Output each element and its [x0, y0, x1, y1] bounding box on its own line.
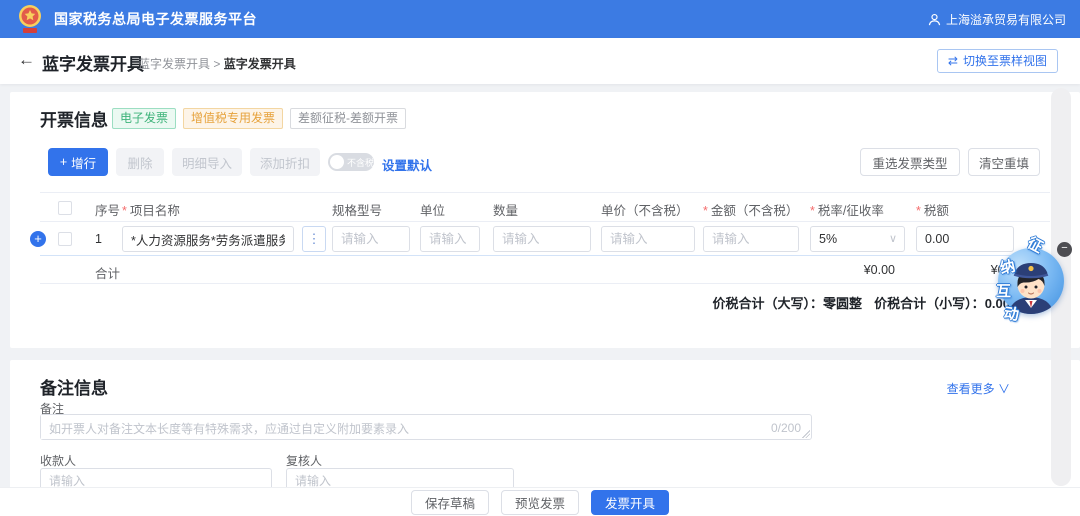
set-default-link[interactable]: 设置默认 [382, 155, 432, 174]
plus-icon: + [60, 155, 67, 169]
footer-bar: 保存草稿 预览发票 发票开具 [0, 487, 1080, 516]
save-draft-button[interactable]: 保存草稿 [411, 490, 489, 515]
spec-input[interactable] [332, 226, 410, 252]
tag-differential-tax: 差额征税-差额开票 [290, 108, 406, 129]
row-checkbox[interactable] [58, 232, 72, 246]
char-counter: 0/200 [771, 421, 801, 435]
switch-view-label: 切换至票样视图 [963, 50, 1047, 72]
account-area[interactable]: 上海溢承贸易有限公司 [928, 0, 1066, 38]
switch-view-button[interactable]: ⇄ 切换至票样视图 [937, 49, 1058, 73]
invoice-info-card: 开票信息 电子发票 增值税专用发票 差额征税-差额开票 + 增行 删除 明细导入… [10, 92, 1080, 348]
required-asterisk: * [916, 204, 921, 218]
table-row: + 1 ⋮ 5% ∨ [40, 222, 1050, 256]
unit-input[interactable] [420, 226, 480, 252]
swap-icon: ⇄ [948, 50, 958, 72]
back-icon[interactable]: ← [18, 50, 35, 70]
tag-vat-special-invoice: 增值税专用发票 [183, 108, 283, 129]
select-all-checkbox[interactable] [58, 201, 72, 215]
remarks-card: 备注信息 查看更多 ∨ 备注 0/200 收款人 复核人 [10, 360, 1080, 487]
quantity-input[interactable] [493, 226, 591, 252]
add-row-button[interactable]: + 增行 [48, 148, 108, 176]
required-asterisk: * [122, 204, 127, 218]
col-header-amount: *金额（不含税） [703, 200, 798, 219]
table-toolbar: + 增行 删除 明细导入 添加折扣 不含税 设置默认 重选发票类型 清空重填 [10, 148, 1080, 176]
delete-button[interactable]: 删除 [116, 148, 164, 176]
col-header-qty: 数量 [493, 200, 518, 219]
summary-row: 价税合计（大写）：零圆整 价税合计（小写）：0.00 [40, 284, 1050, 318]
issue-invoice-button[interactable]: 发票开具 [591, 490, 669, 515]
minus-icon: − [1061, 242, 1067, 254]
clear-refill-button[interactable]: 清空重填 [968, 148, 1040, 176]
app-header: 国家税务总局电子发票服务平台 上海溢承贸易有限公司 [0, 0, 1080, 38]
resize-handle[interactable] [802, 430, 810, 438]
collapse-button[interactable]: − [1057, 242, 1072, 257]
table-header: 序号 *项目名称 规格型号 单位 数量 单价（不含税） *金额（不含税） *税率… [40, 192, 1050, 222]
page-header: ← 蓝字发票开具 蓝字发票开具 > 蓝字发票开具 ⇄ 切换至票样视图 [0, 38, 1080, 84]
chevron-down-icon: ∨ [889, 232, 897, 245]
preview-invoice-button[interactable]: 预览发票 [501, 490, 579, 515]
row-index: 1 [95, 232, 102, 246]
mascot-char: 动 [1003, 302, 1021, 325]
page-title: 蓝字发票开具 [42, 50, 144, 75]
totals-row: 合计 ¥0.00 ¥0.00 [40, 256, 1050, 284]
col-header-index: 序号 [95, 200, 120, 219]
chevron-down-icon: ∨ [998, 382, 1010, 396]
col-header-rate: *税率/征收率 [810, 200, 884, 219]
summary-amount-in-words: 价税合计（大写）：零圆整 [712, 293, 862, 312]
reselect-invoice-type-button[interactable]: 重选发票类型 [860, 148, 960, 176]
dots-icon: ⋮ [308, 231, 321, 246]
tax-rate-select[interactable]: 5% ∨ [810, 226, 905, 252]
toggle-label: 不含税 [347, 156, 374, 169]
col-header-tax: *税额 [916, 200, 949, 219]
section-title-invoice: 开票信息 [40, 106, 108, 131]
totals-label: 合计 [95, 263, 120, 282]
project-name-input[interactable] [122, 226, 294, 252]
payee-label: 收款人 [40, 452, 76, 469]
section-title-remarks: 备注信息 [40, 374, 108, 399]
company-name: 上海溢承贸易有限公司 [946, 11, 1066, 28]
tax-bureau-logo-icon [15, 3, 45, 35]
payee-input[interactable] [40, 468, 272, 487]
more-options-button[interactable]: ⋮ [302, 226, 326, 252]
app-title: 国家税务总局电子发票服务平台 [54, 9, 257, 29]
unit-price-input[interactable] [601, 226, 695, 252]
reviewer-input[interactable] [286, 468, 514, 487]
mascot-char: 互 [996, 280, 1011, 301]
main-content: 开票信息 电子发票 增值税专用发票 差额征税-差额开票 + 增行 删除 明细导入… [0, 84, 1080, 487]
col-header-spec: 规格型号 [332, 200, 382, 219]
view-more-link[interactable]: 查看更多 ∨ [947, 380, 1010, 397]
tax-rate-value: 5% [819, 232, 837, 246]
add-row-label: 增行 [71, 153, 96, 172]
import-detail-button[interactable]: 明细导入 [172, 148, 242, 176]
required-asterisk: * [703, 204, 708, 218]
breadcrumb: 蓝字发票开具 > 蓝字发票开具 [138, 55, 296, 72]
required-asterisk: * [810, 204, 815, 218]
col-header-price: 单价（不含税） [601, 200, 689, 219]
amount-input[interactable] [703, 226, 799, 252]
invoice-tags: 电子发票 增值税专用发票 差额征税-差额开票 [112, 108, 406, 129]
tag-electronic-invoice: 电子发票 [112, 108, 176, 129]
remark-field: 0/200 [40, 414, 812, 440]
add-discount-button[interactable]: 添加折扣 [250, 148, 320, 176]
add-line-icon[interactable]: + [30, 231, 46, 247]
col-header-name: *项目名称 [122, 200, 180, 219]
user-icon [928, 13, 941, 26]
breadcrumb-current: 蓝字发票开具 [224, 57, 296, 71]
reviewer-label: 复核人 [286, 452, 322, 469]
totals-amount: ¥0.00 [864, 263, 895, 277]
tax-exclusive-toggle[interactable]: 不含税 [328, 153, 374, 171]
toggle-knob [330, 155, 344, 169]
breadcrumb-separator-icon: > [213, 57, 220, 71]
breadcrumb-parent[interactable]: 蓝字发票开具 [138, 57, 210, 71]
col-header-unit: 单位 [420, 200, 445, 219]
remark-textarea[interactable] [41, 415, 721, 439]
